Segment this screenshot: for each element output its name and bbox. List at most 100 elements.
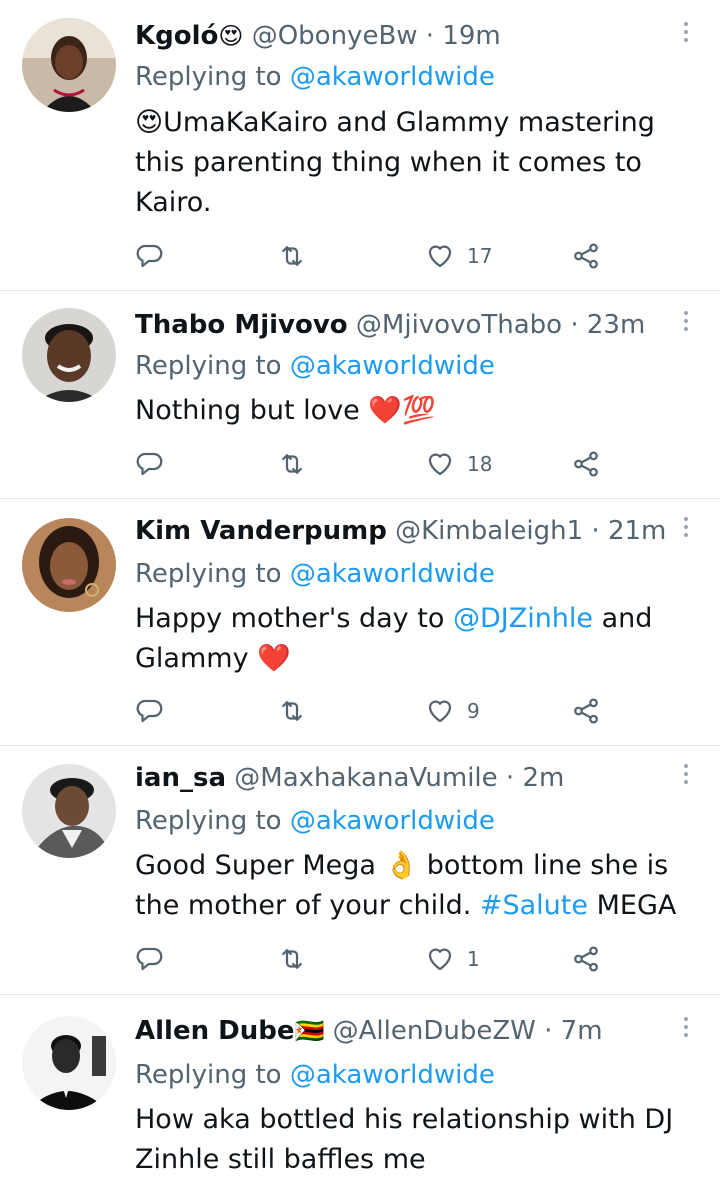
replying-to-link[interactable]: @akaworldwide xyxy=(290,1060,495,1090)
handle[interactable]: @ObonyeBw xyxy=(252,21,418,51)
heart-icon xyxy=(428,245,452,268)
timestamp[interactable]: 7m xyxy=(561,1016,603,1046)
tweet[interactable]: Kgoló😍 @ObonyeBw · 19m Replying to @akaw… xyxy=(0,0,720,290)
heart-icon xyxy=(428,948,452,971)
more-vertical-icon[interactable] xyxy=(674,513,698,549)
replying-to-link[interactable]: @akaworldwide xyxy=(290,806,495,836)
tweet-text-part: MEGA xyxy=(588,890,677,921)
reply-button[interactable] xyxy=(135,236,165,276)
separator: · xyxy=(583,516,608,546)
tweet-actions: 1 xyxy=(135,939,615,979)
retweet-button[interactable] xyxy=(277,939,307,979)
like-count: 9 xyxy=(467,699,480,723)
share-button[interactable] xyxy=(571,691,601,731)
retweet-button[interactable] xyxy=(277,691,307,731)
name-emoji: 😍 xyxy=(218,22,244,50)
hashtag-link[interactable]: #Salute xyxy=(480,890,588,921)
tweet-text-part: Happy mother's day to xyxy=(135,603,453,634)
share-icon xyxy=(574,451,598,477)
share-button[interactable] xyxy=(571,939,601,979)
retweet-icon xyxy=(282,701,302,721)
tweet-text-part: Good Super Mega xyxy=(135,850,385,881)
replying-to: Replying to @akaworldwide xyxy=(135,556,495,592)
retweet-button[interactable] xyxy=(277,236,307,276)
replying-to-link[interactable]: @akaworldwide xyxy=(290,559,495,589)
like-count: 1 xyxy=(467,947,480,971)
display-name[interactable]: Allen Dube xyxy=(135,1016,294,1046)
tweet-actions: 9 xyxy=(135,691,615,731)
flag-emoji: 🇿🇼 xyxy=(294,1017,325,1045)
tweet-text: Good Super Mega 👌 bottom line she is the… xyxy=(135,846,695,926)
handle[interactable]: @AllenDubeZW xyxy=(333,1016,536,1046)
like-button[interactable]: 9 xyxy=(425,691,480,731)
heart-icon xyxy=(428,453,452,476)
display-name[interactable]: Kgoló xyxy=(135,21,218,51)
replying-prefix: Replying to xyxy=(135,559,290,589)
replying-to: Replying to @akaworldwide xyxy=(135,803,495,839)
avatar[interactable] xyxy=(22,1016,116,1110)
handle[interactable]: @MaxhakanaVumile xyxy=(234,763,497,793)
share-icon xyxy=(574,698,598,724)
separator: · xyxy=(562,310,587,340)
more-vertical-icon[interactable] xyxy=(674,307,698,343)
tweet[interactable]: Thabo Mjivovo @MjivovoThabo · 23m Replyi… xyxy=(0,291,720,498)
retweet-icon xyxy=(282,949,302,969)
retweet-icon xyxy=(282,454,302,474)
avatar[interactable] xyxy=(22,764,116,858)
replying-prefix: Replying to xyxy=(135,351,290,381)
timestamp[interactable]: 2m xyxy=(522,763,564,793)
like-count: 18 xyxy=(467,452,493,476)
heart-icon xyxy=(428,700,452,723)
tweet[interactable]: Kim Vanderpump @Kimbaleigh1 · 21m Replyi… xyxy=(0,499,720,745)
tweet[interactable]: Allen Dube🇿🇼 @AllenDubeZW · 7m Replying … xyxy=(0,995,720,1186)
reply-button[interactable] xyxy=(135,939,165,979)
timestamp[interactable]: 23m xyxy=(587,310,645,340)
avatar[interactable] xyxy=(22,18,116,112)
tweet-text-part: Nothing but love xyxy=(135,395,369,426)
reply-icon xyxy=(136,452,163,476)
replying-prefix: Replying to xyxy=(135,1060,290,1090)
like-button[interactable]: 18 xyxy=(425,444,492,484)
tweet-text: Happy mother's day to @DJZinhle and Glam… xyxy=(135,599,695,679)
like-button[interactable]: 17 xyxy=(425,236,492,276)
avatar[interactable] xyxy=(22,308,116,402)
tweet[interactable]: ian_sa @MaxhakanaVumile · 2m Replying to… xyxy=(0,746,720,994)
reply-button[interactable] xyxy=(135,691,165,731)
more-vertical-icon[interactable] xyxy=(674,1013,698,1049)
reply-icon xyxy=(136,699,163,723)
display-name[interactable]: Kim Vanderpump xyxy=(135,516,387,546)
replying-prefix: Replying to xyxy=(135,806,290,836)
tweet-text: Nothing but love ❤️💯 xyxy=(135,391,695,431)
share-button[interactable] xyxy=(571,236,601,276)
share-icon xyxy=(574,946,598,972)
handle[interactable]: @MjivovoThabo xyxy=(356,310,562,340)
replying-to: Replying to @akaworldwide xyxy=(135,348,495,384)
more-vertical-icon[interactable] xyxy=(674,18,698,54)
reply-icon xyxy=(136,947,163,971)
handle[interactable]: @Kimbaleigh1 xyxy=(395,516,583,546)
separator: · xyxy=(497,763,523,793)
timestamp[interactable]: 21m xyxy=(608,516,666,546)
like-button[interactable]: 1 xyxy=(425,939,480,979)
avatar[interactable] xyxy=(22,518,116,612)
tweet-text-part: 😍UmaKaKairo and Glammy mastering this pa… xyxy=(135,107,655,218)
timestamp[interactable]: 19m xyxy=(442,21,500,51)
like-count: 17 xyxy=(467,244,493,268)
more-vertical-icon[interactable] xyxy=(674,760,698,796)
tweet-actions: 18 xyxy=(135,444,615,484)
display-name[interactable]: ian_sa xyxy=(135,763,226,793)
retweet-button[interactable] xyxy=(277,444,307,484)
share-button[interactable] xyxy=(571,444,601,484)
tweet-text: 😍UmaKaKairo and Glammy mastering this pa… xyxy=(135,103,695,223)
separator: · xyxy=(417,21,443,51)
display-name[interactable]: Thabo Mjivovo xyxy=(135,310,348,340)
heart-emoji: ❤️ xyxy=(257,643,291,674)
replying-to-link[interactable]: @akaworldwide xyxy=(290,62,495,92)
replying-prefix: Replying to xyxy=(135,62,290,92)
tweet-text: How aka bottled his relationship with DJ… xyxy=(135,1100,695,1180)
replying-to-link[interactable]: @akaworldwide xyxy=(290,351,495,381)
retweet-icon xyxy=(282,246,302,266)
heart-emoji: ❤️ xyxy=(368,395,402,426)
mention-link[interactable]: @DJZinhle xyxy=(453,603,593,634)
reply-button[interactable] xyxy=(135,444,165,484)
